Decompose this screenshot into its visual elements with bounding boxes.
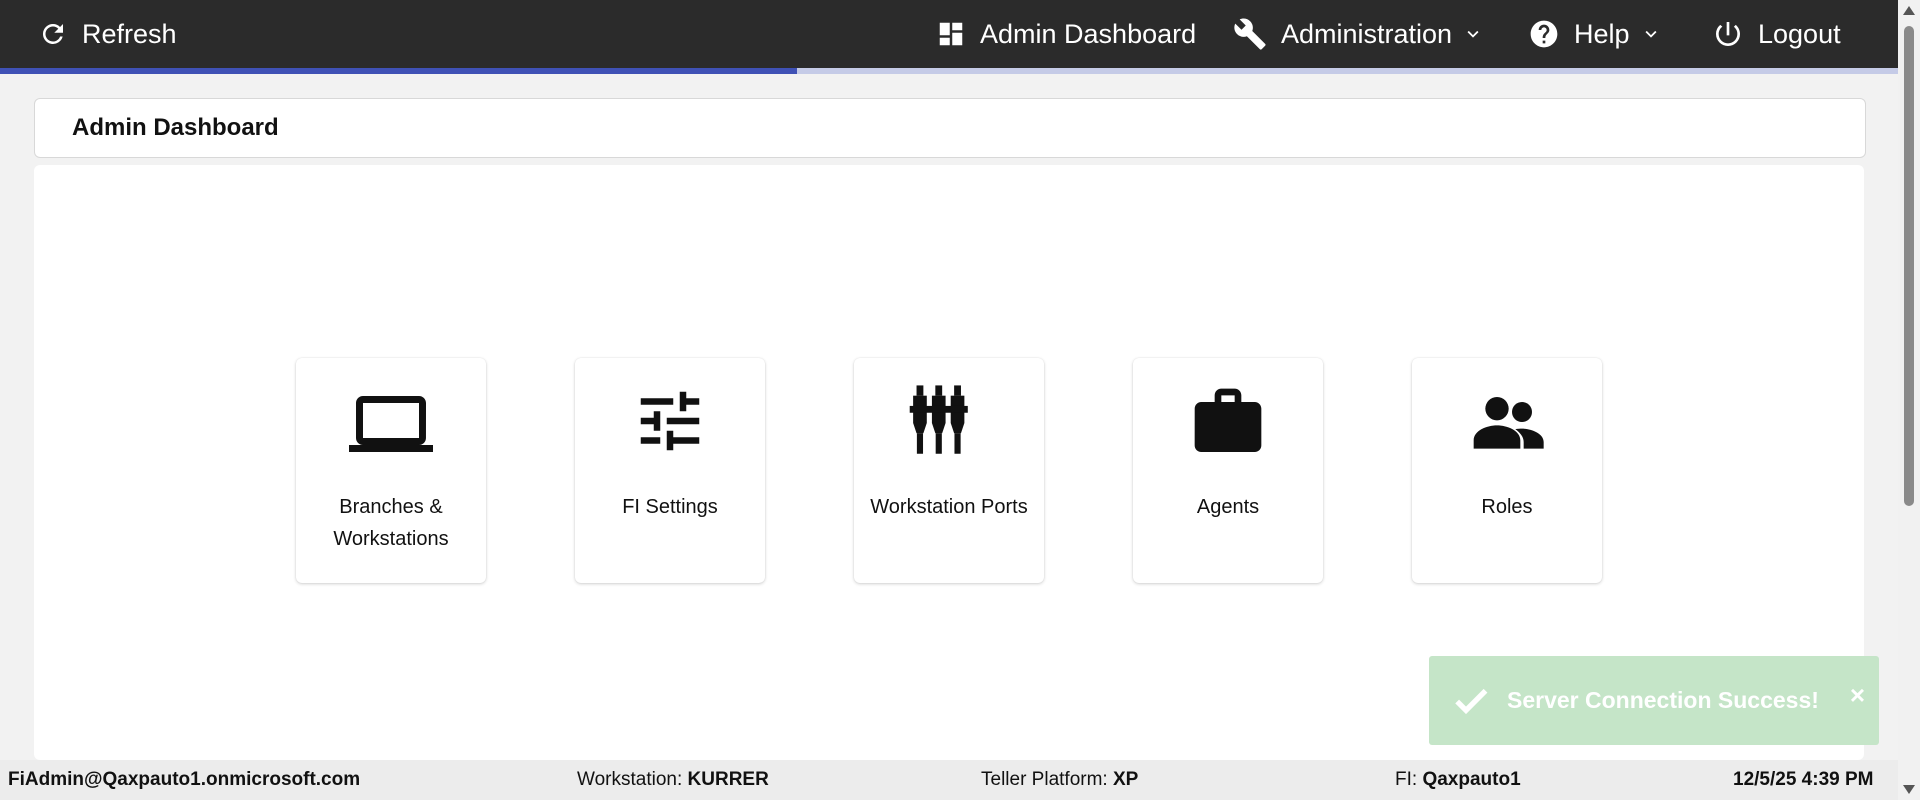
refresh-icon [42, 23, 63, 44]
footer-workstation-label: Workstation: [577, 769, 683, 790]
check-icon [1455, 688, 1488, 714]
briefcase-icon [1194, 388, 1262, 452]
tile-fi-settings[interactable]: FI Settings [575, 358, 765, 583]
chevron-down-icon [1467, 30, 1479, 38]
tile-workstation-ports[interactable]: Workstation Ports [854, 358, 1044, 583]
loading-progress-bar [0, 68, 1898, 74]
footer-fi-value: Qaxpauto1 [1422, 769, 1521, 790]
footer-teller-label: Teller Platform: [981, 769, 1108, 790]
logout-label: Logout [1758, 18, 1841, 49]
scroll-down-arrow-icon[interactable] [1903, 785, 1915, 794]
refresh-label: Refresh [82, 18, 177, 49]
success-toast: Server Connection Success! × [1429, 656, 1879, 745]
chevron-down-icon [1645, 30, 1657, 38]
tile-agents[interactable]: Agents [1133, 358, 1323, 583]
sliders-icon [640, 391, 700, 451]
tile-label: Roles [1481, 496, 1533, 518]
laptop-icon [349, 396, 433, 452]
progress-fill [0, 68, 798, 74]
tile-label: Agents [1196, 496, 1260, 518]
dashboard-icon [939, 22, 963, 46]
footer-workstation-value: KURRER [687, 769, 769, 790]
tile-label: Workstation Ports [870, 496, 1028, 518]
footer-teller-value: XP [1112, 769, 1139, 790]
administration-label: Administration [1281, 18, 1453, 49]
toast-message: Server Connection Success! [1507, 687, 1819, 713]
tile-roles[interactable]: Roles [1412, 358, 1602, 583]
refresh-button[interactable]: Refresh [38, 0, 177, 68]
wrench-icon [1234, 18, 1266, 50]
ports-icon [909, 385, 968, 454]
people-icon [1473, 397, 1544, 449]
tile-label: Branches & Workstations [333, 496, 449, 550]
status-footer: FiAdmin@Qaxpauto1.onmicrosoft.com Workst… [0, 760, 1898, 800]
footer-fi-label: FI: [1395, 769, 1418, 790]
footer-datetime: 12/5/25 4:39 PM [1733, 769, 1874, 790]
scroll-up-arrow-icon[interactable] [1903, 6, 1915, 15]
administration-menu[interactable]: Administration [1233, 0, 1484, 68]
admin-dashboard-label: Admin Dashboard [980, 18, 1197, 49]
page-title-card: Admin Dashboard [34, 98, 1866, 158]
admin-dashboard-nav[interactable]: Admin Dashboard [936, 0, 1196, 68]
logout-button[interactable]: Logout [1712, 0, 1841, 68]
tile-branches-workstations[interactable]: Branches & Workstations [296, 358, 486, 583]
vertical-scrollbar[interactable] [1898, 0, 1920, 800]
page-title: Admin Dashboard [72, 114, 279, 141]
toast-close-button[interactable]: × [1850, 680, 1865, 711]
help-label: Help [1574, 18, 1630, 49]
help-icon [1530, 20, 1558, 48]
power-icon [1716, 22, 1740, 46]
tile-label: FI Settings [622, 496, 718, 518]
footer-user: FiAdmin@Qaxpauto1.onmicrosoft.com [8, 769, 361, 790]
help-menu[interactable]: Help [1528, 0, 1662, 68]
top-nav-bar: Refresh Admin Dashboard Administration H… [0, 0, 1898, 68]
scroll-thumb[interactable] [1904, 26, 1914, 506]
